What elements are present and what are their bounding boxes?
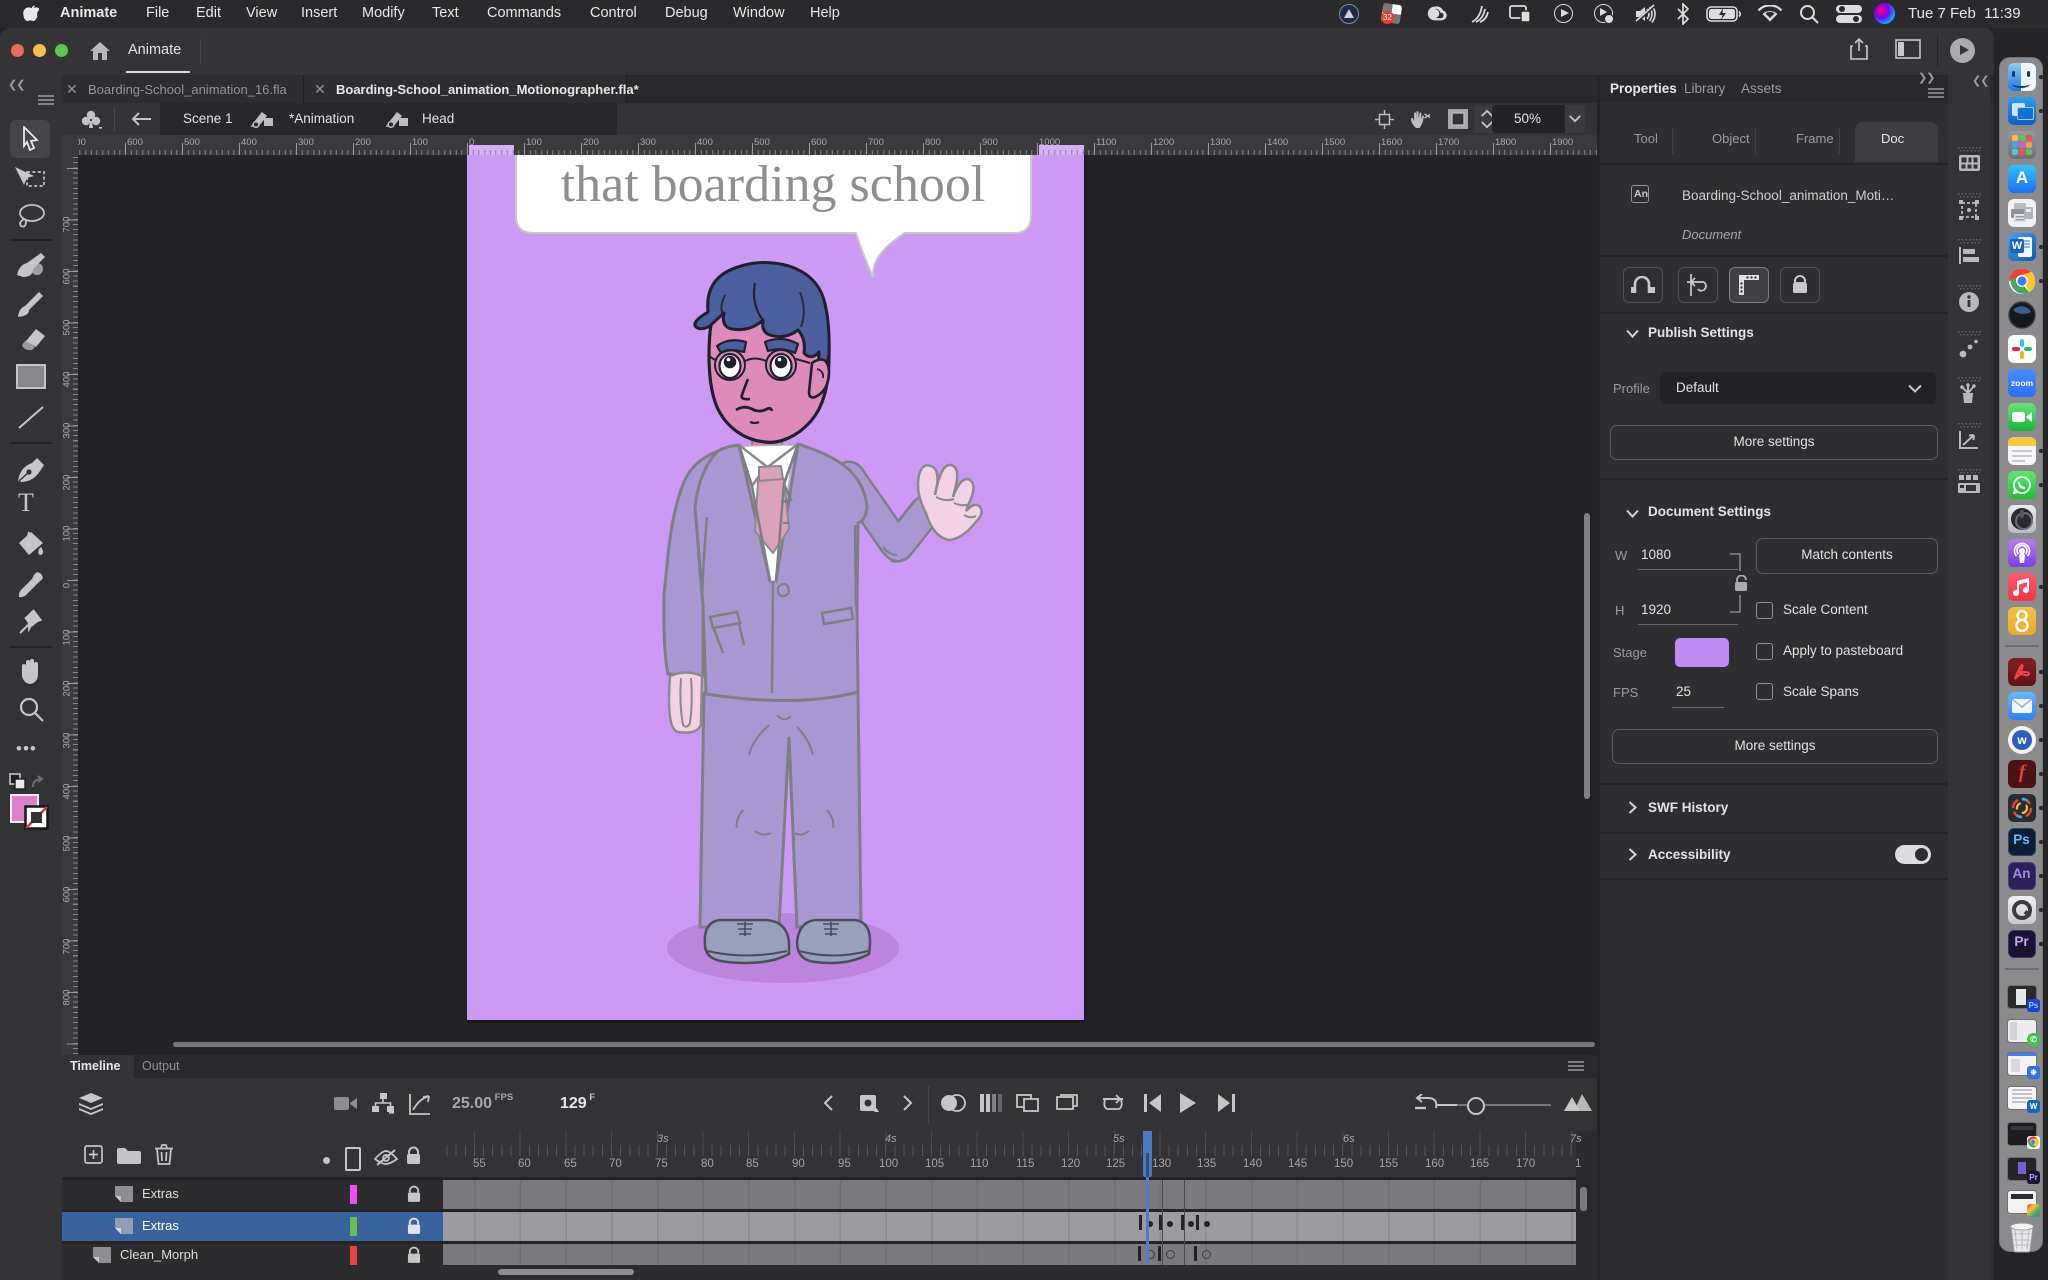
svg-text:that boarding school: that boarding school xyxy=(561,156,986,213)
